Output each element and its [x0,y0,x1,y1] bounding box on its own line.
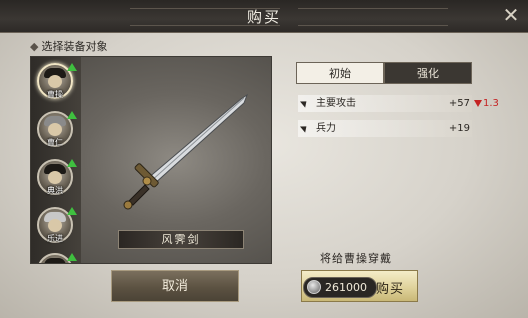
dialog-title: 购买 [246,8,281,26]
title-bar: 购买 ✕ [0,0,528,33]
hero-face [48,171,62,184]
stat-label: 兵力 [316,123,336,134]
hero-name: 曹操 [47,90,63,99]
red-down-triangle-icon [474,99,482,107]
green-up-arrow-icon [67,207,77,215]
hero-portrait-caocao[interactable]: 曹操 [37,63,77,99]
weapon-name-label: 风霁剑 [118,230,244,249]
hero-portrait-5[interactable] [37,253,77,263]
equip-target-label: 将给曹操穿戴 [320,252,392,265]
stat-diff-value: 1.3 [483,98,499,109]
silver-coin-icon [307,280,321,294]
hero-name: 典洪 [47,186,63,195]
diamond-bullet-icon: ◆ [30,40,39,53]
hero-portrait-yuejin[interactable]: 乐进 [37,207,77,243]
hero-face [48,123,62,136]
hero-name: 乐进 [47,234,63,243]
tab-initial[interactable]: 初始 [296,62,384,84]
section-label: ◆ 选择装备对象 [30,38,107,54]
hero-portrait-3[interactable]: 典洪 [37,159,77,195]
pointer-icon [300,123,309,133]
hero-hair [44,258,66,263]
green-up-arrow-icon [67,253,77,261]
stat-row-main-attack: 主要攻击 +57 [298,95,472,112]
green-up-arrow-icon [67,159,77,167]
stat-row-troops: 兵力 +19 [298,120,472,137]
price-value: 261000 [325,281,367,294]
tab-bar: 初始 强化 [296,62,472,84]
sword-icon [123,93,249,210]
section-label-text: 选择装备对象 [41,40,108,53]
buy-button-label: 购买 [376,282,405,297]
stat-value: +57 [448,98,470,109]
purchase-dialog: 购买 ✕ ◆ 选择装备对象 曹操 曹仁 典洪 乐进 风霁剑 初始 强化 主要攻击… [0,0,528,318]
hero-portrait-caoren[interactable]: 曹仁 [37,111,77,147]
equipment-preview-panel: 曹操 曹仁 典洪 乐进 风霁剑 [30,56,272,264]
hero-name: 曹仁 [47,138,63,147]
hero-face [48,219,62,232]
stat-diff: 1.3 [474,95,499,112]
tab-enhance[interactable]: 强化 [384,62,472,84]
stat-value: +19 [448,123,470,134]
close-icon[interactable]: ✕ [500,4,522,26]
green-up-arrow-icon [67,111,77,119]
hero-list[interactable]: 曹操 曹仁 典洪 乐进 [31,57,81,263]
hero-face [48,75,62,88]
stat-label: 主要攻击 [316,98,356,109]
green-up-arrow-icon [67,63,77,71]
cancel-button[interactable]: 取消 [111,270,239,302]
price-badge: 261000 [303,277,377,298]
pointer-icon [300,98,309,108]
